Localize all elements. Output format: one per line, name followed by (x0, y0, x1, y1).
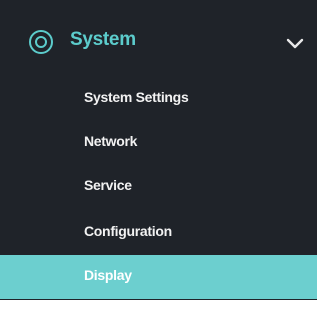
sidebar-item-service[interactable]: Service (0, 165, 317, 209)
sidebar-item-label: Configuration (84, 223, 172, 239)
next-item-strip (0, 300, 317, 317)
sidebar-item-display[interactable]: Display (0, 255, 317, 299)
sidebar-item-label: Network (84, 133, 138, 149)
sidebar-item-label: Display (84, 267, 132, 283)
system-section-header[interactable]: System (0, 16, 317, 68)
sidebar-item-label: System Settings (84, 89, 189, 105)
sidebar-item-system-settings[interactable]: System Settings (0, 77, 317, 121)
system-section-title: System (70, 29, 136, 50)
chevron-down-icon[interactable] (284, 32, 306, 54)
sidebar-item-label: Service (84, 177, 132, 193)
sidebar-menu: System System Settings Network Service C… (0, 0, 317, 317)
settings-ring-icon (26, 27, 56, 57)
sidebar-item-configuration[interactable]: Configuration (0, 211, 317, 255)
sidebar-item-network[interactable]: Network (0, 121, 317, 165)
